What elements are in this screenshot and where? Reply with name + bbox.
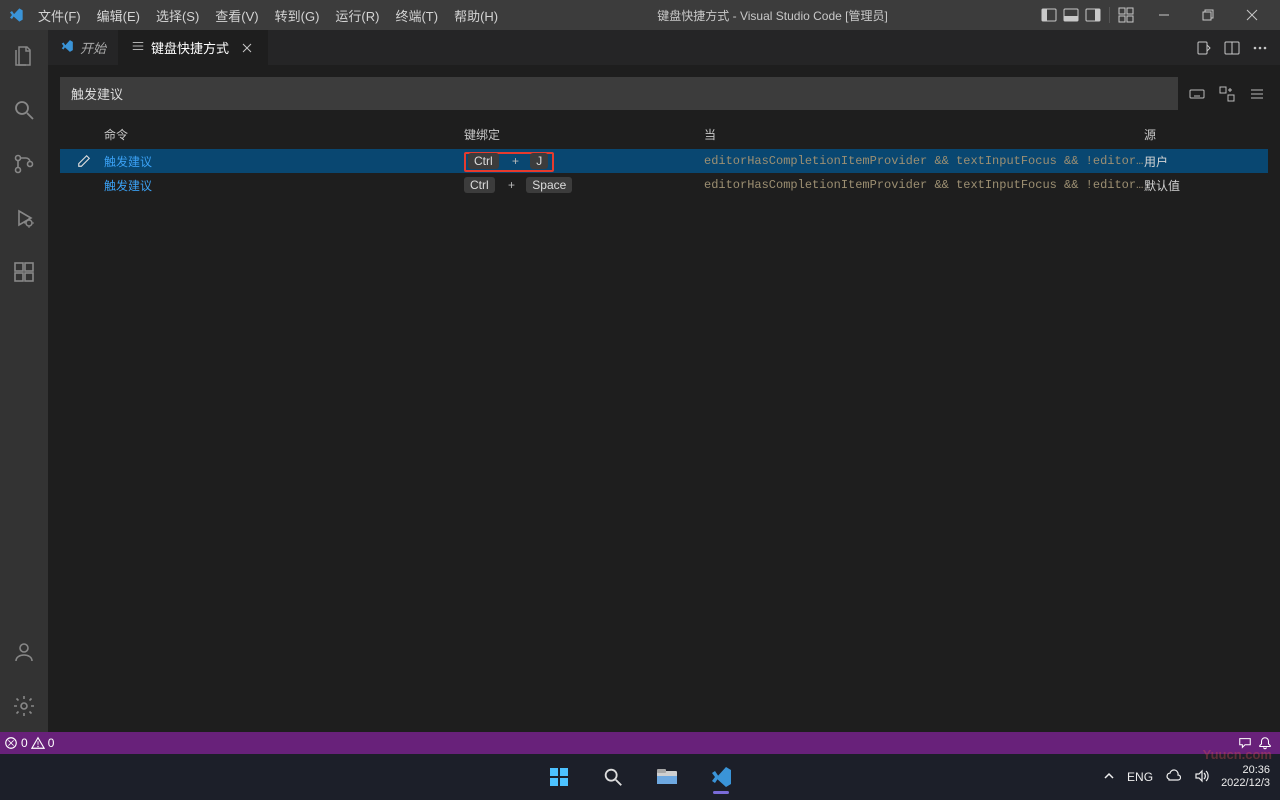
record-keys-icon[interactable] (1186, 83, 1208, 105)
keyboard-settings-icon (131, 39, 145, 56)
vscode-logo-icon (8, 7, 24, 23)
accounts-icon[interactable] (0, 632, 48, 672)
keybinding-search-input[interactable]: 触发建议 (60, 77, 1178, 110)
editor-tab-actions (1184, 30, 1280, 65)
menu-run[interactable]: 运行(R) (327, 2, 387, 29)
settings-gear-icon[interactable] (0, 686, 48, 726)
menu-selection[interactable]: 选择(S) (148, 2, 207, 29)
cell-source: 默认值 (1144, 177, 1264, 194)
tab-keyboard-shortcuts[interactable]: 键盘快捷方式 (119, 30, 268, 65)
col-source[interactable]: 源 (1144, 126, 1264, 143)
activity-bar (0, 30, 48, 732)
menu-view[interactable]: 查看(V) (207, 2, 266, 29)
tray-clock[interactable]: 20:36 2022/12/3 (1221, 764, 1270, 789)
restore-button[interactable] (1186, 0, 1230, 30)
table-row[interactable]: 触发建议 Ctrl + J editorHasCompletionItemPro… (60, 149, 1268, 173)
taskbar-vscode-icon[interactable] (701, 757, 741, 797)
menu-bar: 文件(F) 编辑(E) 选择(S) 查看(V) 转到(G) 运行(R) 终端(T… (30, 2, 506, 29)
customize-layout-icon[interactable] (1116, 5, 1136, 25)
extensions-icon[interactable] (0, 252, 48, 292)
menu-edit[interactable]: 编辑(E) (89, 2, 148, 29)
editor-area: 开始 键盘快捷方式 触发建议 (48, 30, 1280, 732)
tab-welcome-label: 开始 (80, 38, 106, 57)
cell-keybinding: Ctrl + Space (464, 177, 704, 193)
cell-command: 触发建议 (104, 153, 464, 170)
tray-volume-icon[interactable] (1193, 768, 1209, 787)
menu-help[interactable]: 帮助(H) (446, 2, 506, 29)
minimize-button[interactable] (1142, 0, 1186, 30)
more-actions-icon[interactable] (1250, 38, 1270, 58)
tray-onedrive-icon[interactable] (1165, 768, 1181, 787)
toggle-panel-icon[interactable] (1061, 5, 1081, 25)
status-error-count: 0 (21, 736, 28, 750)
status-feedback-icon[interactable] (1238, 736, 1252, 750)
cell-source: 用户 (1144, 153, 1264, 170)
status-bell-icon[interactable] (1258, 736, 1272, 750)
menu-go[interactable]: 转到(G) (267, 2, 328, 29)
col-when[interactable]: 当 (704, 126, 1144, 143)
run-debug-icon[interactable] (0, 198, 48, 238)
divider (1109, 7, 1110, 23)
status-problems[interactable]: 0 0 (4, 736, 54, 750)
table-header: 命令 键绑定 当 源 (60, 120, 1268, 149)
layout-controls (1039, 5, 1136, 25)
status-warning-count: 0 (48, 736, 55, 750)
window-title: 键盘快捷方式 - Visual Studio Code [管理员] (506, 7, 1039, 24)
split-editor-icon[interactable] (1222, 38, 1242, 58)
sort-precedence-icon[interactable] (1216, 83, 1238, 105)
taskbar-explorer-icon[interactable] (647, 757, 687, 797)
search-icon[interactable] (0, 90, 48, 130)
menu-file[interactable]: 文件(F) (30, 2, 89, 29)
tab-welcome[interactable]: 开始 (48, 30, 119, 65)
toggle-sidebar-left-icon[interactable] (1039, 5, 1059, 25)
edit-pencil-icon[interactable] (64, 154, 104, 168)
tray-chevron-up-icon[interactable] (1103, 770, 1115, 785)
tab-bar: 开始 键盘快捷方式 (48, 30, 1280, 65)
cell-command: 触发建议 (104, 177, 464, 194)
keybindings-table: 命令 键绑定 当 源 触发建议 Ctrl + J (60, 120, 1268, 197)
toggle-sidebar-right-icon[interactable] (1083, 5, 1103, 25)
clear-search-icon[interactable] (1246, 83, 1268, 105)
status-bar: 0 0 (0, 732, 1280, 754)
cell-keybinding: Ctrl + J (464, 153, 704, 169)
cell-when: editorHasCompletionItemProvider && textI… (704, 178, 1144, 192)
open-json-icon[interactable] (1194, 38, 1214, 58)
tray-language[interactable]: ENG (1127, 770, 1153, 784)
col-command[interactable]: 命令 (104, 126, 464, 143)
start-menu-button[interactable] (539, 757, 579, 797)
col-keybinding[interactable]: 键绑定 (464, 126, 704, 143)
windows-taskbar: ENG 20:36 2022/12/3 (0, 754, 1280, 800)
close-icon[interactable] (239, 40, 255, 56)
cell-when: editorHasCompletionItemProvider && textI… (704, 154, 1144, 168)
source-control-icon[interactable] (0, 144, 48, 184)
taskbar-search-icon[interactable] (593, 757, 633, 797)
explorer-icon[interactable] (0, 36, 48, 76)
keybindings-editor: 触发建议 命令 键绑定 当 源 触发建议 (48, 65, 1280, 732)
title-bar: 文件(F) 编辑(E) 选择(S) 查看(V) 转到(G) 运行(R) 终端(T… (0, 0, 1280, 30)
main-area: 开始 键盘快捷方式 触发建议 (0, 30, 1280, 732)
window-controls (1142, 0, 1274, 30)
menu-terminal[interactable]: 终端(T) (387, 2, 446, 29)
vscode-tab-icon (60, 39, 74, 56)
table-row[interactable]: 触发建议 Ctrl + Space editorHasCompletionIte… (60, 173, 1268, 197)
tab-keyboard-shortcuts-label: 键盘快捷方式 (151, 38, 229, 57)
close-button[interactable] (1230, 0, 1274, 30)
